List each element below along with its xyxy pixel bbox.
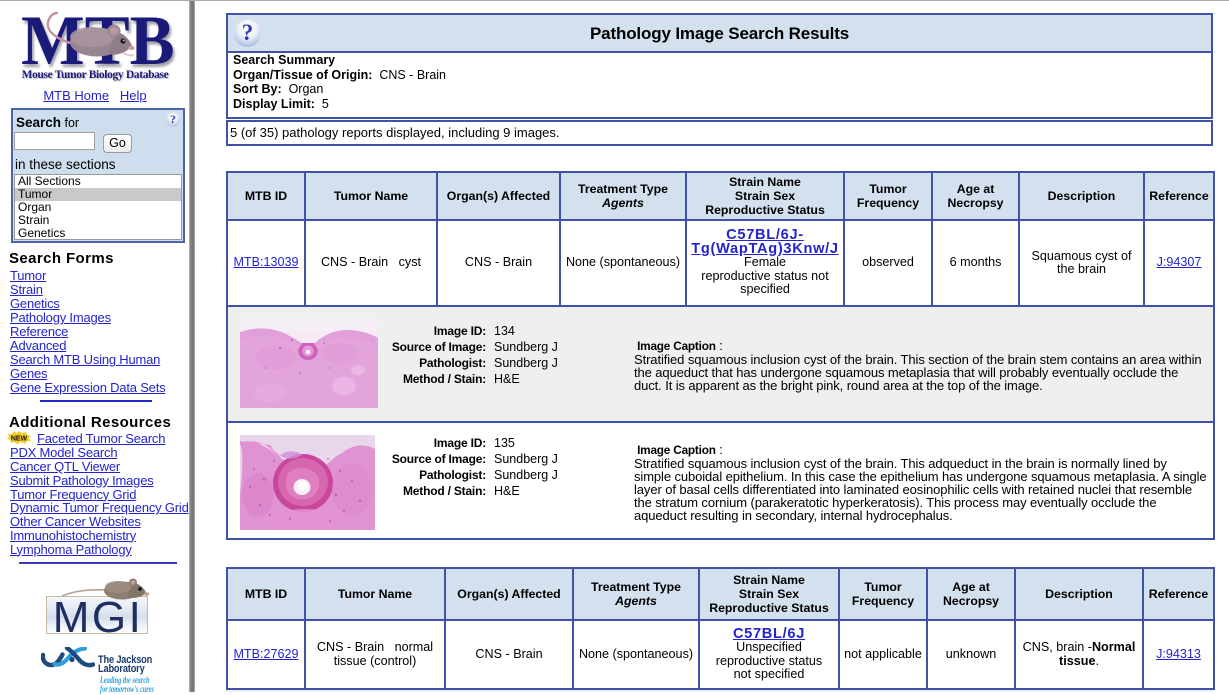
svg-text:NEW: NEW [11,436,28,443]
